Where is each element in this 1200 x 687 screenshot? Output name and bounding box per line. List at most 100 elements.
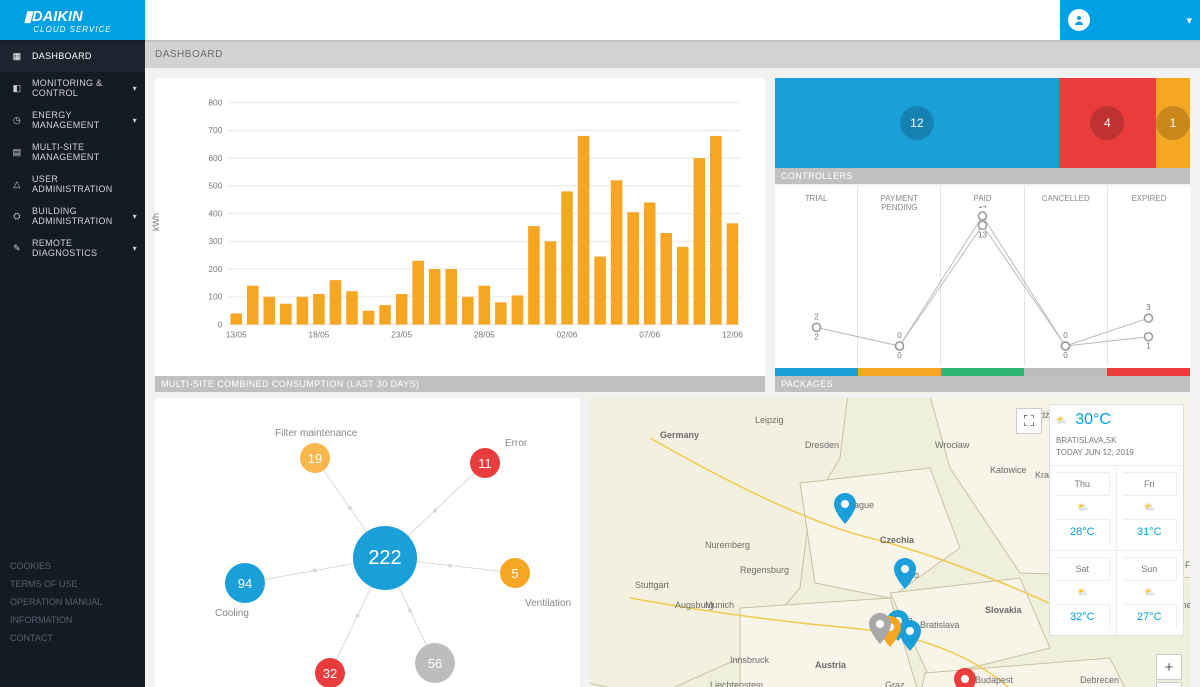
- forecast-cell: Fri⛅31°C: [1117, 465, 1184, 550]
- bar[interactable]: [363, 311, 375, 325]
- package-point[interactable]: [979, 221, 987, 229]
- bar[interactable]: [512, 295, 524, 324]
- controller-count: 12: [900, 106, 934, 140]
- svg-text:Liechtenstein: Liechtenstein: [710, 680, 763, 687]
- package-column-label: TRIAL: [805, 194, 828, 203]
- footer-link[interactable]: TERMS OF USE: [10, 575, 135, 593]
- footer-link[interactable]: CONTACT: [10, 629, 135, 647]
- bar[interactable]: [677, 247, 689, 325]
- nav-icon: ◷: [10, 113, 24, 127]
- bar[interactable]: [594, 257, 606, 325]
- bar[interactable]: [429, 269, 441, 324]
- bar[interactable]: [611, 180, 623, 324]
- package-point[interactable]: [813, 323, 821, 331]
- mp-node-filter[interactable]: 19: [300, 443, 330, 473]
- forecast-cell: Thu⛅28°C: [1050, 465, 1117, 550]
- bar[interactable]: [396, 294, 408, 325]
- bar[interactable]: [727, 223, 739, 324]
- bar[interactable]: [495, 302, 507, 324]
- sidebar-item-multi-site-management[interactable]: ▤MULTI-SITE MANAGEMENT: [0, 136, 145, 168]
- sidebar-item-energy-management[interactable]: ◷ENERGY MANAGEMENT▾: [0, 104, 145, 136]
- bar[interactable]: [528, 226, 540, 324]
- zoom-out-button[interactable]: −: [1156, 682, 1182, 687]
- controllers-summary[interactable]: 12 41: [775, 78, 1190, 168]
- sidebar-item-monitoring-control[interactable]: ◧MONITORING & CONTROL▾: [0, 72, 145, 104]
- weather-location: BRATISLAVA,SK: [1056, 435, 1177, 447]
- chevron-down-icon: ▾: [1186, 14, 1192, 27]
- svg-text:13: 13: [978, 230, 987, 239]
- footer-link[interactable]: INFORMATION: [10, 611, 135, 629]
- chevron-down-icon: ▾: [133, 244, 137, 253]
- svg-text:300: 300: [208, 236, 222, 246]
- mp-node-heating[interactable]: 32: [315, 658, 345, 687]
- nav-label: BUILDING ADMINISTRATION: [32, 206, 135, 226]
- sidebar-item-user-administration[interactable]: △USER ADMINISTRATION: [0, 168, 145, 200]
- svg-text:12/06: 12/06: [722, 330, 743, 340]
- user-avatar-icon: [1068, 9, 1090, 31]
- bar[interactable]: [545, 241, 557, 324]
- bar[interactable]: [280, 304, 292, 325]
- mp-node-off[interactable]: 56: [415, 643, 455, 683]
- sidebar-item-dashboard[interactable]: ▦DASHBOARD: [0, 40, 145, 72]
- package-point[interactable]: [1062, 342, 1070, 350]
- controller-segment[interactable]: 4: [1059, 78, 1156, 168]
- packages-panel-label: PACKAGES: [775, 376, 1190, 392]
- forecast-icon: ⛅: [1056, 495, 1110, 519]
- bar[interactable]: [264, 297, 276, 325]
- bar[interactable]: [627, 212, 639, 324]
- brand-logo[interactable]: ▮DAIKIN CLOUD SERVICE: [0, 0, 145, 40]
- nav-icon: ▤: [10, 145, 24, 159]
- svg-text:Katowice: Katowice: [990, 465, 1027, 475]
- bar[interactable]: [694, 158, 706, 324]
- svg-text:1: 1: [1146, 342, 1151, 351]
- svg-text:Augsburg: Augsburg: [675, 600, 714, 610]
- svg-text:Nuremberg: Nuremberg: [705, 540, 750, 550]
- mp-node-cooling[interactable]: 94: [225, 563, 265, 603]
- package-point[interactable]: [979, 212, 987, 220]
- package-point[interactable]: [1145, 314, 1153, 322]
- fullscreen-button[interactable]: ⛶: [1016, 408, 1042, 434]
- bar[interactable]: [297, 297, 309, 325]
- package-point[interactable]: [896, 342, 904, 350]
- footer-link[interactable]: COOKIES: [10, 557, 135, 575]
- mp-node-error[interactable]: 11: [470, 448, 500, 478]
- svg-text:Budapest: Budapest: [975, 675, 1014, 685]
- nav-label: USER ADMINISTRATION: [32, 174, 135, 194]
- package-point[interactable]: [1145, 333, 1153, 341]
- bar[interactable]: [710, 136, 722, 325]
- bar[interactable]: [313, 294, 325, 325]
- bar[interactable]: [479, 286, 491, 325]
- sidebar-item-building-administration[interactable]: ⛭BUILDING ADMINISTRATION▾: [0, 200, 145, 232]
- bar[interactable]: [330, 280, 342, 324]
- svg-text:14: 14: [978, 206, 987, 210]
- bar[interactable]: [445, 269, 457, 324]
- footer-link[interactable]: OPERATION MANUAL: [10, 593, 135, 611]
- bar[interactable]: [561, 191, 573, 324]
- zoom-in-button[interactable]: +: [1156, 654, 1182, 680]
- bar[interactable]: [412, 261, 424, 325]
- bar[interactable]: [230, 313, 242, 324]
- mp-label-error: Error: [505, 438, 527, 449]
- bar[interactable]: [660, 233, 672, 325]
- svg-text:3: 3: [1146, 303, 1151, 312]
- bar[interactable]: [346, 291, 358, 324]
- svg-text:▮DAIKIN: ▮DAIKIN: [23, 8, 82, 24]
- bar[interactable]: [644, 202, 656, 324]
- bar[interactable]: [379, 305, 391, 324]
- bar[interactable]: [462, 297, 474, 325]
- controller-segment[interactable]: 1: [1156, 78, 1190, 168]
- mp-center[interactable]: 222: [353, 526, 417, 590]
- mp-node-ventilation[interactable]: 5: [500, 558, 530, 588]
- chevron-down-icon: ▾: [133, 116, 137, 125]
- controller-segment[interactable]: 12: [775, 78, 1059, 168]
- svg-text:Regensburg: Regensburg: [740, 565, 789, 575]
- sidebar: ▦DASHBOARD◧MONITORING & CONTROL▾◷ENERGY …: [0, 40, 145, 687]
- weather-now-temp: 30°C: [1075, 411, 1111, 429]
- svg-text:Slovakia: Slovakia: [985, 605, 1023, 615]
- account-menu[interactable]: ▾: [1060, 0, 1200, 40]
- sites-map[interactable]: GermanyLeipzigDresdenPragueCzechiaVienna…: [590, 398, 1190, 687]
- sidebar-item-remote-diagnostics[interactable]: ✎REMOTE DIAGNOSTICS▾: [0, 232, 145, 264]
- bar[interactable]: [247, 286, 259, 325]
- bar[interactable]: [578, 136, 590, 325]
- svg-text:0: 0: [1063, 331, 1068, 340]
